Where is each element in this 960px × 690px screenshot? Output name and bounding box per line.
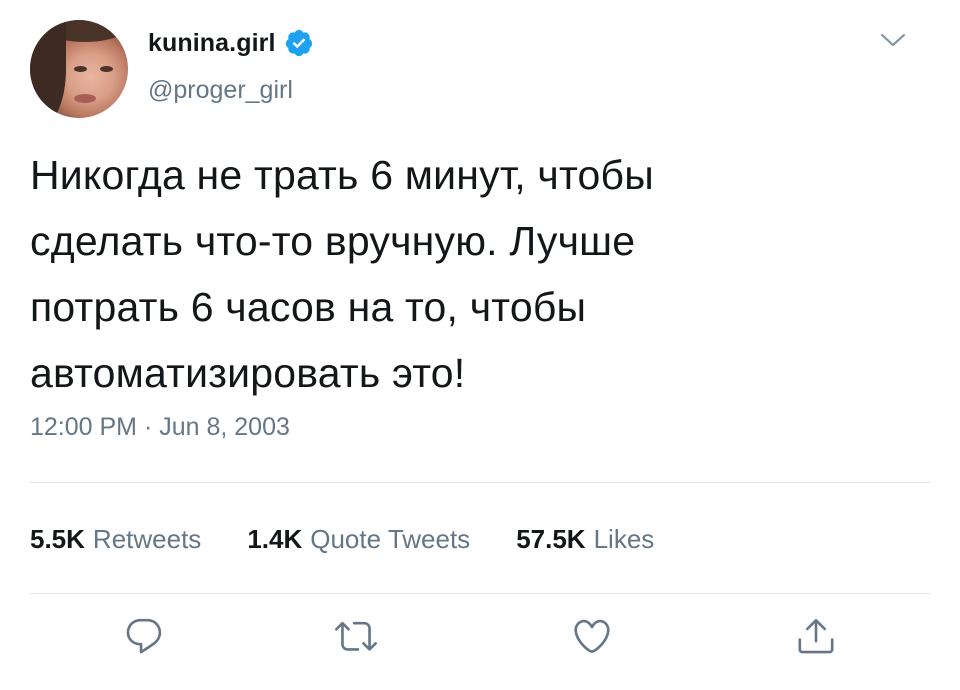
- avatar-hair-side: [30, 20, 66, 118]
- quote-tweets-stat[interactable]: 1.4K Quote Tweets: [247, 524, 470, 555]
- retweet-icon: [335, 621, 377, 651]
- retweets-label: Retweets: [92, 523, 202, 554]
- likes-label: Likes: [593, 523, 655, 554]
- author-handle[interactable]: @proger_girl: [148, 76, 293, 105]
- quote-tweets-count: 1.4K: [247, 523, 303, 554]
- avatar-lips: [74, 94, 96, 103]
- engagement-stats: 5.5K Retweets 1.4K Quote Tweets 57.5K Li…: [30, 521, 700, 557]
- share-button[interactable]: [792, 612, 840, 660]
- heart-icon: [574, 619, 610, 653]
- retweets-stat[interactable]: 5.5K Retweets: [30, 524, 201, 555]
- quote-tweets-label: Quote Tweets: [310, 523, 471, 554]
- likes-count: 57.5K: [516, 523, 586, 554]
- retweet-button[interactable]: [332, 612, 380, 660]
- tweet-card: kunina.girl @proger_girl Никогда не трат…: [0, 0, 960, 690]
- retweets-count: 5.5K: [30, 523, 85, 554]
- avatar-eye-left: [74, 66, 87, 72]
- avatar[interactable]: [30, 20, 128, 118]
- author-display-name[interactable]: kunina.girl: [148, 29, 276, 58]
- reply-icon: [126, 618, 162, 654]
- avatar-eye-right: [100, 66, 113, 72]
- divider: [30, 593, 930, 594]
- tweet-text-line: потрать 6 часов на то, чтобы: [30, 284, 587, 330]
- likes-stat[interactable]: 57.5K Likes: [516, 524, 654, 555]
- author-name-row: kunina.girl: [148, 26, 314, 60]
- tweet-text: Никогда не трать 6 минут, чтобы сделать …: [30, 142, 930, 406]
- action-bar: [0, 612, 960, 664]
- reply-button[interactable]: [120, 612, 168, 660]
- like-button[interactable]: [568, 612, 616, 660]
- chevron-down-icon[interactable]: [880, 30, 906, 50]
- tweet-text-line: автоматизировать это!: [30, 350, 466, 396]
- tweet-text-line: Никогда не трать 6 минут, чтобы: [30, 152, 654, 198]
- tweet-timestamp[interactable]: 12:00 PM · Jun 8, 2003: [30, 413, 290, 442]
- tweet-text-line: сделать что-то вручную. Лучше: [30, 218, 636, 264]
- divider: [30, 482, 930, 483]
- verified-badge-icon: [285, 29, 312, 57]
- share-icon: [798, 618, 834, 654]
